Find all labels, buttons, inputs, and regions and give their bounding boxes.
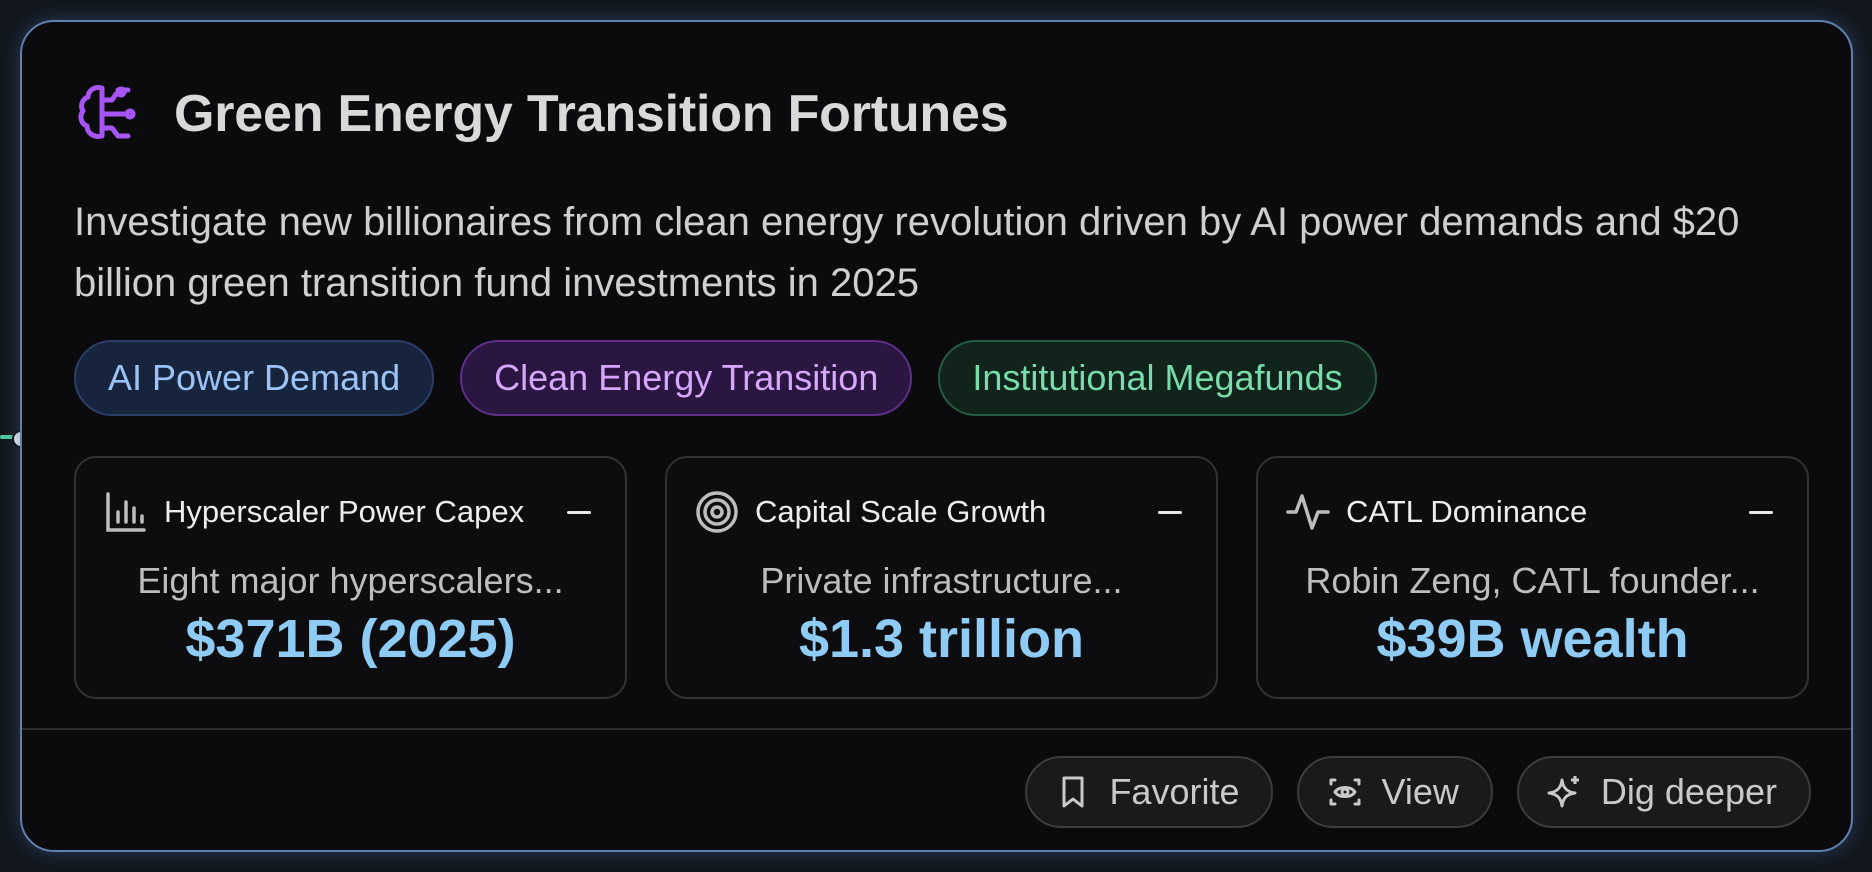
metric-description: Private infrastructure... xyxy=(760,560,1123,601)
metric-name: Hyperscaler Power Capex xyxy=(164,494,525,529)
collapse-icon[interactable] xyxy=(567,510,591,514)
metric-name: CATL Dominance xyxy=(1346,494,1588,529)
dig-deeper-label: Dig deeper xyxy=(1600,771,1777,812)
brain-icon xyxy=(78,85,136,139)
target-icon xyxy=(696,491,738,533)
footer-divider xyxy=(22,728,1851,730)
action-bar: Favorite View Dig deeper xyxy=(1001,756,1811,828)
bar-chart-icon xyxy=(106,492,146,532)
insight-card: Green Energy Transition Fortunes Investi… xyxy=(20,20,1853,852)
tag-list: AI Power Demand Clean Energy Transition … xyxy=(74,340,1403,416)
card-description: Investigate new billionaires from clean … xyxy=(74,200,1740,305)
collapse-icon[interactable] xyxy=(1749,510,1773,514)
metric-value: $39B wealth xyxy=(1376,609,1689,669)
metric-header: Hyperscaler Power Capex xyxy=(104,490,597,534)
card-title: Green Energy Transition Fortunes xyxy=(174,85,1009,143)
metric-value: $371B (2025) xyxy=(185,609,516,669)
metric-description: Robin Zeng, CATL founder... xyxy=(1305,560,1760,601)
favorite-label: Favorite xyxy=(1109,771,1240,812)
metric-header: CATL Dominance xyxy=(1286,490,1779,534)
tag-clean-energy-transition[interactable]: Clean Energy Transition xyxy=(460,340,913,416)
card-header: Green Energy Transition Fortunes xyxy=(74,80,1009,148)
metric-header: Capital Scale Growth xyxy=(695,490,1188,534)
sparkle-icon xyxy=(1547,776,1579,808)
metric-card-catl[interactable]: CATL Dominance Robin Zeng, CATL founder.… xyxy=(1256,456,1809,699)
favorite-button[interactable]: Favorite xyxy=(1025,756,1274,828)
metric-list: Hyperscaler Power Capex Eight major hype… xyxy=(74,456,1809,699)
bookmark-icon xyxy=(1062,776,1084,808)
metric-description: Eight major hyperscalers... xyxy=(137,560,564,601)
metric-card-capital-scale[interactable]: Capital Scale Growth Private infrastruct… xyxy=(665,456,1218,699)
metric-name: Capital Scale Growth xyxy=(755,494,1047,529)
activity-icon xyxy=(1286,494,1330,530)
metric-card-hyperscaler[interactable]: Hyperscaler Power Capex Eight major hype… xyxy=(74,456,627,699)
view-button[interactable]: View xyxy=(1297,756,1493,828)
view-label: View xyxy=(1381,771,1459,812)
collapse-icon[interactable] xyxy=(1158,510,1182,514)
dig-deeper-button[interactable]: Dig deeper xyxy=(1516,756,1811,828)
eye-icon xyxy=(1329,778,1361,806)
metric-value: $1.3 trillion xyxy=(798,609,1085,669)
tag-institutional-megafunds[interactable]: Institutional Megafunds xyxy=(938,340,1377,416)
tag-ai-power-demand[interactable]: AI Power Demand xyxy=(74,340,435,416)
